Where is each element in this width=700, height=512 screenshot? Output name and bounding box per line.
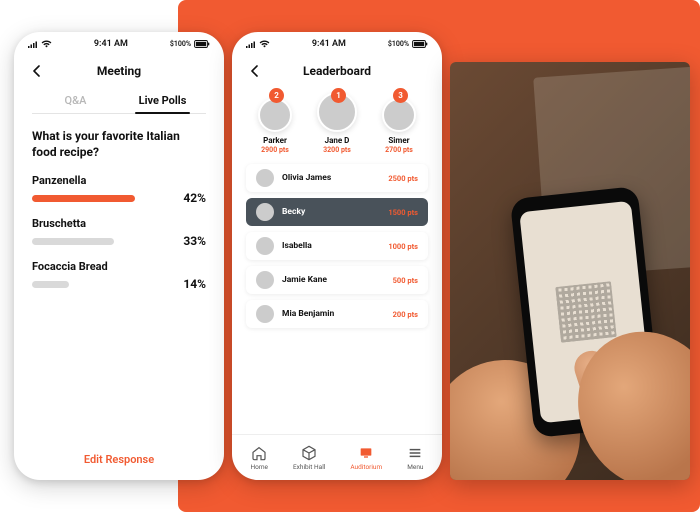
- home-icon: [251, 445, 267, 461]
- option-bar: [32, 238, 164, 245]
- podium-name: Jane D: [325, 136, 350, 145]
- chevron-left-icon: [32, 65, 41, 77]
- option-percent: 33%: [174, 234, 206, 248]
- option-percent: 14%: [174, 277, 206, 287]
- leaderboard-row[interactable]: Jamie Kane500 pts: [246, 266, 428, 294]
- row-name: Mia Benjamin: [282, 309, 393, 319]
- option-bar: [32, 195, 164, 202]
- option-label: Focaccia Bread: [32, 260, 206, 273]
- auditorium-icon: [358, 445, 374, 461]
- option-label: Bruschetta: [32, 217, 206, 230]
- option-label: Panzenella: [32, 174, 206, 187]
- podium-points: 2900 pts: [261, 146, 289, 154]
- tab-label: Exhibit Hall: [293, 463, 325, 471]
- rank-badge: 3: [393, 88, 408, 103]
- podium-entry[interactable]: 3Simer2700 pts: [372, 92, 426, 154]
- leaderboard-podium: 2Parker2900 pts1Jane D3200 pts3Simer2700…: [232, 86, 442, 164]
- leaderboard-row[interactable]: Isabella1000 pts: [246, 232, 428, 260]
- wifi-icon: [41, 40, 52, 48]
- avatar: [258, 98, 292, 132]
- podium-entry[interactable]: 2Parker2900 pts: [248, 92, 302, 154]
- tab-home[interactable]: Home: [250, 445, 268, 471]
- poll-option[interactable]: Focaccia Bread 14%: [32, 260, 206, 287]
- avatar: [382, 98, 416, 132]
- topbar: Meeting: [14, 56, 224, 86]
- rank-badge: 2: [269, 88, 284, 103]
- poll-options: Panzenella 42% Bruschetta 33% Focaccia Bread…: [32, 174, 206, 287]
- qr-code-icon: [555, 281, 617, 343]
- leaderboard-list: Olivia James2500 pts Becky1500 pts Isabell…: [232, 164, 442, 328]
- row-name: Jamie Kane: [282, 275, 393, 285]
- tab-qa[interactable]: Q&A: [32, 86, 119, 113]
- row-points: 1500 pts: [388, 208, 418, 217]
- podium-name: Parker: [263, 136, 287, 145]
- leaderboard-row[interactable]: Olivia James2500 pts: [246, 164, 428, 192]
- row-points: 1000 pts: [388, 242, 418, 251]
- meeting-tabs: Q&A Live Polls: [32, 86, 206, 114]
- bottom-tabbar: Home Exhibit Hall Auditorium Menu: [232, 434, 442, 480]
- rank-badge: 1: [331, 88, 346, 103]
- leaderboard-row[interactable]: Mia Benjamin200 pts: [246, 300, 428, 328]
- row-name: Olivia James: [282, 173, 388, 183]
- poll-option[interactable]: Panzenella 42%: [32, 174, 206, 205]
- tab-label: Auditorium: [350, 463, 382, 471]
- status-time: 9:41 AM: [52, 39, 170, 49]
- row-points: 2500 pts: [388, 174, 418, 183]
- avatar: [256, 203, 274, 221]
- row-points: 500 pts: [393, 276, 418, 285]
- option-bar: [32, 281, 164, 288]
- battery-icon: [194, 40, 210, 48]
- battery-text: $100%: [388, 40, 409, 48]
- tab-exhibit-hall[interactable]: Exhibit Hall: [293, 445, 325, 471]
- battery-text: $100%: [170, 40, 191, 48]
- tab-live-polls[interactable]: Live Polls: [119, 86, 206, 113]
- poll-option[interactable]: Bruschetta 33%: [32, 217, 206, 248]
- signal-icon: [246, 41, 256, 48]
- avatar: [256, 271, 274, 289]
- poll-question: What is your favorite Italian food recip…: [32, 128, 206, 160]
- avatar: [256, 305, 274, 323]
- box-icon: [301, 445, 317, 461]
- phone-leaderboard: 9:41 AM $100% Leaderboard 2Parker2900 pt…: [232, 32, 442, 480]
- row-points: 200 pts: [393, 310, 418, 319]
- menu-icon: [407, 445, 423, 461]
- tab-label: Menu: [407, 463, 423, 471]
- row-name: Isabella: [282, 241, 388, 251]
- status-bar: 9:41 AM $100%: [232, 32, 442, 56]
- avatar: [256, 237, 274, 255]
- chevron-left-icon: [250, 65, 259, 77]
- status-bar: 9:41 AM $100%: [14, 32, 224, 56]
- poll-content: What is your favorite Italian food recip…: [14, 114, 224, 288]
- edit-response-button[interactable]: Edit Response: [14, 447, 224, 480]
- podium-name: Simer: [388, 136, 409, 145]
- battery-icon: [412, 40, 428, 48]
- row-name: Becky: [282, 207, 388, 217]
- avatar: [256, 169, 274, 187]
- signal-icon: [28, 41, 38, 48]
- qr-scan-photo: [450, 62, 690, 480]
- option-percent: 42%: [174, 191, 206, 205]
- status-time: 9:41 AM: [270, 39, 388, 49]
- page-title: Leaderboard: [232, 64, 442, 78]
- back-button[interactable]: [246, 63, 262, 79]
- page-title: Meeting: [14, 64, 224, 78]
- topbar: Leaderboard: [232, 56, 442, 86]
- tab-label: Home: [250, 463, 268, 471]
- podium-points: 3200 pts: [323, 146, 351, 154]
- back-button[interactable]: [28, 63, 44, 79]
- wifi-icon: [259, 40, 270, 48]
- podium-entry[interactable]: 1Jane D3200 pts: [310, 92, 364, 154]
- phone-meeting: 9:41 AM $100% Meeting Q&A Live Polls Wha…: [14, 32, 224, 480]
- tab-auditorium[interactable]: Auditorium: [350, 445, 382, 471]
- podium-points: 2700 pts: [385, 146, 413, 154]
- tab-menu[interactable]: Menu: [407, 445, 423, 471]
- leaderboard-row[interactable]: Becky1500 pts: [246, 198, 428, 226]
